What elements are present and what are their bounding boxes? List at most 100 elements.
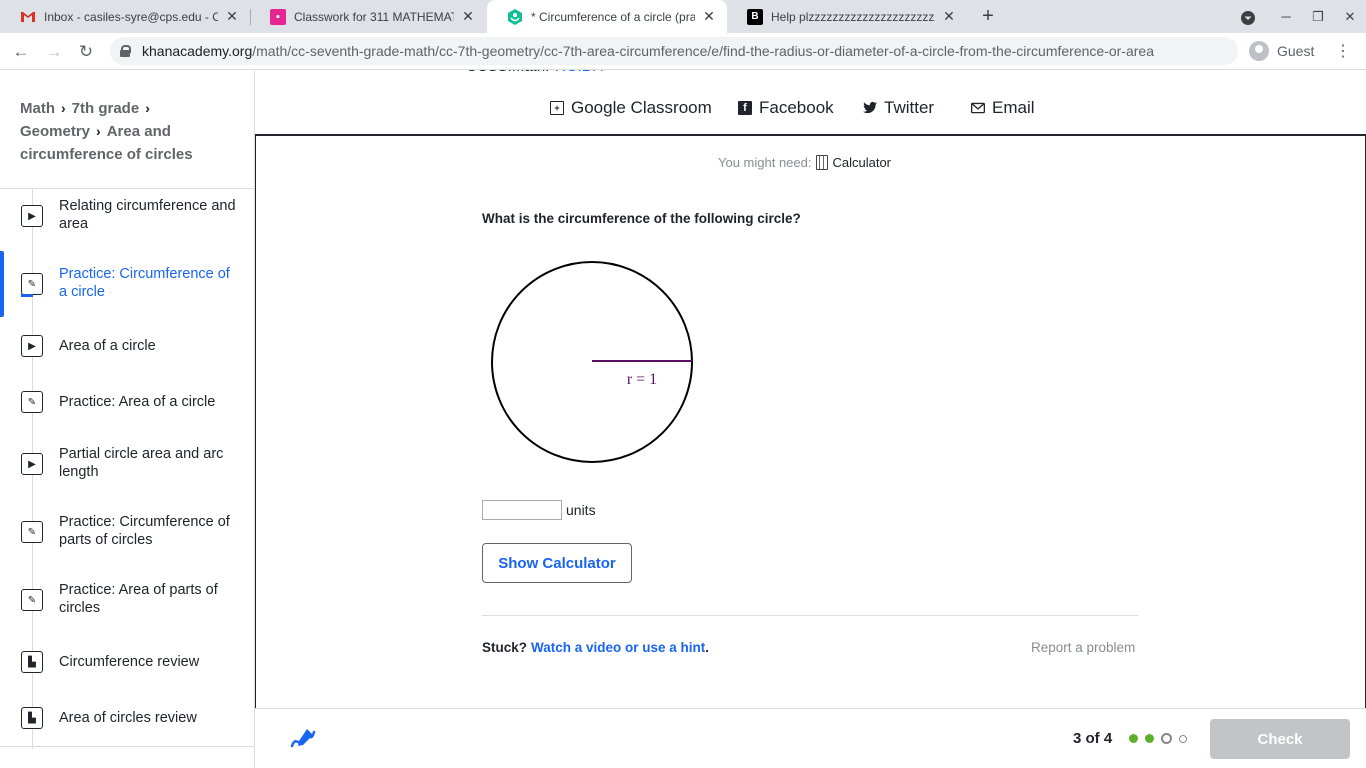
breadcrumb-math[interactable]: Math	[20, 100, 55, 117]
avatar-icon	[1249, 41, 1269, 61]
divider	[0, 188, 254, 189]
question-prompt: What is the circumference of the followi…	[482, 211, 801, 226]
sidebar-item-label: Practice: Area of a circle	[59, 394, 216, 410]
sidebar-item-label: Practice: Circumference of a circle	[59, 266, 230, 300]
close-tab-icon[interactable]: ✕	[224, 8, 240, 25]
email-icon	[971, 101, 985, 115]
sidebar-item-area-review[interactable]: ▙ Area of circles review	[0, 705, 254, 731]
tab-title: Inbox - casiles-syre@cps.edu - Ch	[44, 9, 218, 24]
divider	[482, 615, 1138, 616]
khan-academy-icon	[507, 8, 523, 25]
close-tab-icon[interactable]: ✕	[701, 8, 717, 25]
profile-button[interactable]: Guest	[1245, 38, 1324, 64]
pencil-icon: ✎	[21, 521, 43, 543]
share-facebook[interactable]: f Facebook	[738, 96, 834, 120]
chevron-right-icon: ›	[96, 123, 101, 139]
url-path: /math/cc-seventh-grade-math/cc-7th-geome…	[252, 43, 1154, 59]
sidebar-item-relating-circumference-and-area[interactable]: ▶ Relating circumference and area	[0, 197, 254, 247]
exercise-panel	[255, 134, 1366, 708]
google-classroom-icon: +	[550, 101, 564, 115]
share-label: Twitter	[884, 98, 935, 117]
close-tab-icon[interactable]: ✕	[460, 8, 476, 25]
scratchpad-icon[interactable]	[290, 726, 316, 757]
breadcrumb: Math › 7th grade › Geometry › Area and circum…	[20, 97, 235, 166]
restore-icon[interactable]: ❐	[1302, 0, 1334, 33]
tab-strip: Inbox - casiles-syre@cps.edu - Ch ✕ ▪ Cl…	[0, 0, 1366, 33]
article-icon: ▙	[21, 651, 43, 673]
sidebar-item-practice-area-parts[interactable]: ✎ Practice: Area of parts of circles	[0, 581, 254, 621]
url-host: khanacademy.org	[142, 43, 253, 59]
more-menu-icon[interactable]: ⋮	[1333, 40, 1353, 64]
sidebar-item-label: Practice: Area of parts of circles	[59, 582, 218, 616]
sidebar-item-label: Practice: Circumference of parts of circ…	[59, 514, 230, 548]
sidebar-item-area-of-a-circle[interactable]: ▶ Area of a circle	[0, 333, 254, 359]
sidebar-item-practice-area[interactable]: ✎ Practice: Area of a circle	[0, 389, 254, 415]
reload-icon[interactable]: ↻	[73, 39, 99, 65]
pencil-icon: ✎	[21, 391, 43, 413]
progress-dot-complete	[1145, 734, 1154, 743]
progress-dot-current	[1161, 733, 1172, 744]
sidebar: Math › 7th grade › Geometry › Area and circum…	[0, 71, 255, 768]
tab-gmail[interactable]: Inbox - casiles-syre@cps.edu - Ch ✕	[0, 0, 250, 33]
forward-icon[interactable]: →	[41, 39, 67, 65]
video-play-icon: ▶	[21, 205, 43, 227]
sidebar-item-label: Area of circles review	[59, 710, 197, 726]
share-twitter[interactable]: Twitter	[863, 96, 934, 120]
tab-search-icon[interactable]	[1232, 0, 1264, 33]
tab-title: * Circumference of a circle (practice	[531, 9, 695, 24]
tab-khan-academy[interactable]: * Circumference of a circle (practice ✕	[487, 0, 727, 33]
chevron-right-icon: ›	[61, 100, 66, 116]
progress-dots	[1129, 733, 1194, 744]
address-bar[interactable]: khanacademy.org/math/cc-seventh-grade-ma…	[110, 37, 1238, 65]
answer-row: units	[482, 500, 596, 520]
answer-input[interactable]	[482, 500, 562, 520]
share-label: Facebook	[759, 98, 834, 117]
sidebar-item-label: Area of a circle	[59, 338, 156, 354]
check-button[interactable]: Check	[1210, 719, 1350, 759]
calculator-icon	[816, 155, 829, 170]
close-tab-icon[interactable]: ✕	[941, 8, 957, 25]
pencil-icon: ✎	[21, 589, 43, 611]
hint-period: .	[705, 640, 710, 655]
tab-title: Classwork for 311 MATHEMATICS	[294, 9, 454, 24]
might-need-notice: You might need: Calculator	[718, 155, 891, 170]
sidebar-item-label: Partial circle area and arc length	[59, 446, 224, 480]
sidebar-item-practice-circumference[interactable]: ✎ Practice: Circumference of a circle	[0, 251, 254, 317]
show-calculator-button[interactable]: Show Calculator	[482, 543, 632, 583]
divider	[0, 746, 254, 747]
share-label: Google Classroom	[571, 98, 712, 117]
circle-figure: r = 1	[491, 261, 693, 463]
stuck-label: Stuck?	[482, 640, 528, 655]
tool-name: Calculator	[832, 155, 892, 170]
breadcrumb-geometry[interactable]: Geometry	[20, 123, 90, 140]
report-problem-link[interactable]: Report a problem	[1031, 640, 1135, 655]
might-need-label: You might need:	[718, 155, 812, 170]
progress-counter: 3 of 4	[1073, 730, 1113, 747]
stuck-prompt: Stuck? Watch a video or use a hint.	[482, 640, 709, 655]
minimize-icon[interactable]: ─	[1270, 0, 1302, 33]
pencil-icon: ✎	[21, 273, 43, 297]
radius-label: r = 1	[627, 371, 657, 388]
back-icon[interactable]: ←	[8, 39, 34, 65]
facebook-icon: f	[738, 101, 752, 115]
sidebar-item-practice-circumference-parts[interactable]: ✎ Practice: Circumference of parts of ci…	[0, 513, 254, 553]
tab-classroom[interactable]: ▪ Classwork for 311 MATHEMATICS ✕	[250, 0, 486, 33]
new-tab-button[interactable]: +	[977, 5, 999, 27]
tab-brainly[interactable]: B Help plzzzzzzzzzzzzzzzzzzzzzz ✕	[727, 0, 967, 33]
progress-dot-complete	[1129, 734, 1138, 743]
active-indicator	[0, 251, 4, 317]
share-email[interactable]: Email	[971, 96, 1035, 120]
brainly-icon: B	[747, 8, 763, 25]
share-google-classroom[interactable]: + Google Classroom	[550, 96, 712, 120]
chevron-right-icon: ›	[145, 100, 150, 116]
close-window-icon[interactable]: ✕	[1334, 0, 1366, 33]
sidebar-item-circumference-review[interactable]: ▙ Circumference review	[0, 649, 254, 675]
gmail-icon	[20, 9, 36, 25]
hint-link[interactable]: Watch a video or use a hint	[531, 640, 705, 655]
google-classroom-icon: ▪	[270, 8, 286, 25]
sidebar-item-label: Circumference review	[59, 654, 200, 670]
sidebar-item-partial-circle[interactable]: ▶ Partial circle area and arc length	[0, 445, 254, 485]
breadcrumb-7th-grade[interactable]: 7th grade	[72, 100, 140, 117]
exercise-footer	[255, 708, 1366, 768]
browser-toolbar: ← → ↻ khanacademy.org/math/cc-seventh-gr…	[0, 33, 1366, 70]
